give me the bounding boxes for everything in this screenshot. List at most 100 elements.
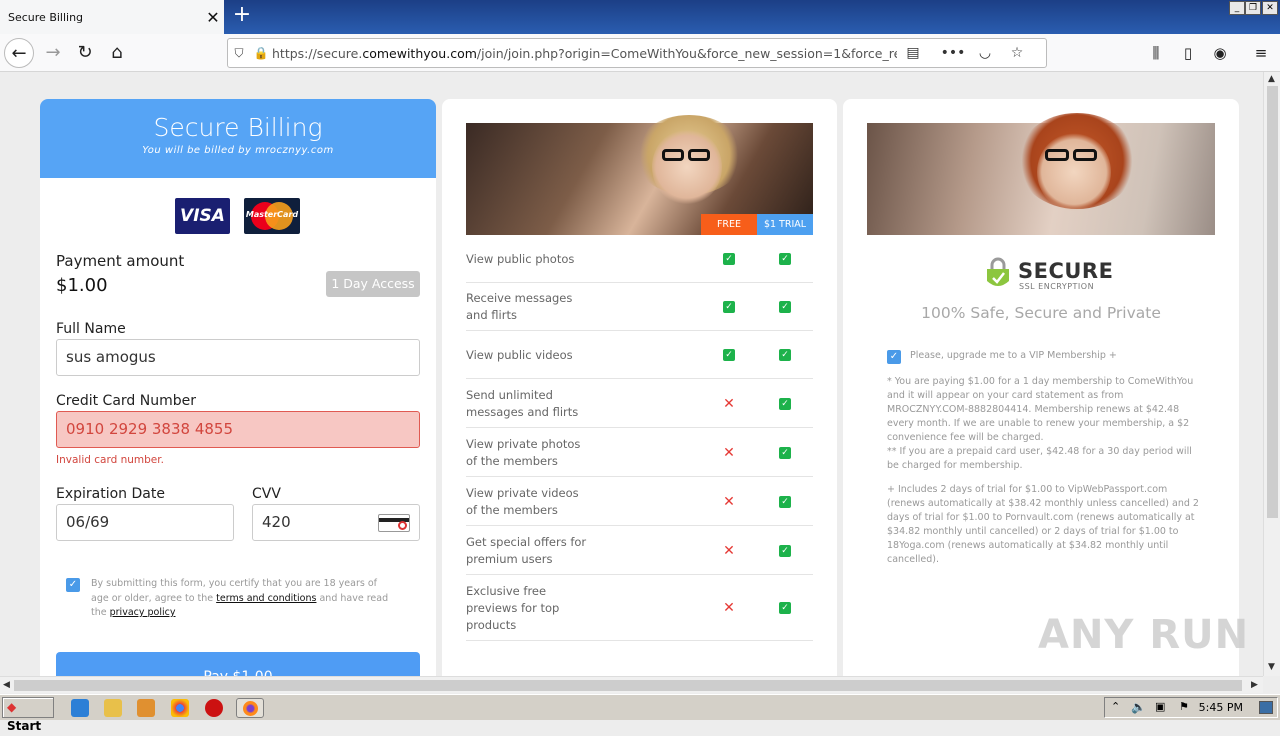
feature-line: Receive messages bbox=[466, 291, 573, 305]
tab-secure-billing[interactable]: Secure Billing ✕ bbox=[0, 0, 224, 34]
windows-logo-icon: ◆ bbox=[7, 700, 17, 714]
credit-card-field[interactable]: 0910 2929 3838 4855 bbox=[56, 411, 420, 448]
feature-row: View private photos of the members ✕ ✓ bbox=[466, 428, 813, 477]
feature-line: products bbox=[466, 617, 517, 632]
scroll-right-icon[interactable]: ▶ bbox=[1251, 680, 1258, 690]
age-terms-checkbox[interactable]: ✓ bbox=[66, 578, 80, 592]
file-explorer-icon[interactable] bbox=[104, 699, 122, 717]
check-icon: ✓ bbox=[779, 349, 791, 361]
vertical-scroll-thumb[interactable] bbox=[1267, 86, 1278, 518]
account-icon[interactable]: ◉ bbox=[1205, 38, 1235, 68]
feature-line: Send unlimited bbox=[466, 387, 553, 402]
check-icon: ✓ bbox=[779, 253, 791, 265]
accepted-cards: VISA MasterCard bbox=[175, 198, 300, 234]
trial-badge: $1 TRIAL bbox=[757, 214, 813, 235]
cross-icon: ✕ bbox=[723, 444, 735, 461]
horizontal-scrollbar[interactable]: ◀ ▶ bbox=[0, 676, 1263, 693]
scroll-left-icon[interactable]: ◀ bbox=[3, 680, 10, 690]
scroll-up-icon[interactable]: ▲ bbox=[1268, 74, 1275, 84]
feature-text: Get special offers for premium users bbox=[466, 534, 586, 568]
internet-explorer-icon[interactable] bbox=[71, 699, 89, 717]
expiration-field[interactable]: 06/69 bbox=[56, 504, 234, 541]
window-close-icon[interactable]: ✕ bbox=[1262, 1, 1278, 15]
check-icon: ✓ bbox=[779, 397, 791, 410]
terms-link[interactable]: terms and conditions bbox=[216, 593, 316, 604]
mastercard-logo: MasterCard bbox=[244, 198, 300, 234]
card-error-message: Invalid card number. bbox=[56, 454, 164, 466]
horizontal-scroll-thumb[interactable] bbox=[14, 680, 1242, 691]
credit-card-label: Credit Card Number bbox=[56, 393, 196, 409]
pocket-icon[interactable]: ◡ bbox=[969, 45, 1001, 61]
new-tab-icon[interactable]: + bbox=[230, 4, 254, 28]
media-player-icon[interactable] bbox=[137, 699, 155, 717]
feature-line: of the members bbox=[466, 453, 558, 468]
promo-photo-redhead bbox=[867, 113, 1215, 235]
fine-print-prepaid: ** If you are a prepaid card user, $42.4… bbox=[887, 446, 1192, 471]
menu-icon[interactable]: ≡ bbox=[1246, 38, 1276, 68]
system-tray: ⌃ 🔈 ▣ ⚑ 5:45 PM bbox=[1104, 697, 1278, 718]
page-actions-icon[interactable]: ••• bbox=[937, 45, 969, 61]
sidebar-icon[interactable]: ▯ bbox=[1173, 38, 1203, 68]
network-icon[interactable]: ▣ bbox=[1155, 700, 1165, 713]
forward-icon[interactable]: → bbox=[38, 38, 68, 68]
minimize-icon[interactable]: _ bbox=[1229, 1, 1245, 15]
feature-text: View private videos of the members bbox=[466, 485, 579, 519]
opera-icon[interactable] bbox=[205, 699, 223, 717]
back-icon[interactable]: ← bbox=[4, 38, 34, 68]
library-icon[interactable]: ⫼ bbox=[1141, 38, 1171, 68]
reader-view-icon[interactable]: ▤ bbox=[897, 45, 929, 61]
billing-subtitle: You will be billed by mrocznyy.com bbox=[142, 145, 334, 156]
reload-icon[interactable]: ↻ bbox=[70, 38, 100, 68]
check-icon: ✓ bbox=[723, 253, 735, 265]
start-button[interactable]: ◆ Start bbox=[2, 697, 54, 733]
access-badge: 1 Day Access bbox=[326, 271, 420, 297]
billing-card: Secure Billing You will be billed by mro… bbox=[40, 99, 436, 676]
close-tab-icon[interactable]: ✕ bbox=[202, 8, 224, 27]
lock-icon[interactable]: 🔒 bbox=[250, 46, 272, 60]
privacy-link[interactable]: privacy policy bbox=[110, 607, 176, 618]
firefox-taskbar-button[interactable] bbox=[236, 698, 264, 718]
cross-icon: ✕ bbox=[723, 493, 735, 510]
cvv-field[interactable]: 420 bbox=[252, 504, 420, 541]
promo-photo-blonde: FREE $1 TRIAL bbox=[466, 115, 813, 235]
feature-text: Exclusive free previews for top products bbox=[466, 583, 559, 634]
feature-line: previews for top bbox=[466, 600, 560, 615]
url-bar[interactable]: ⛉ 🔒 https://secure.comewithyou.com/join/… bbox=[227, 38, 1047, 68]
pay-button[interactable]: Pay $1.00 bbox=[56, 652, 420, 676]
clock: 5:45 PM bbox=[1198, 701, 1243, 714]
cvv-label: CVV bbox=[252, 486, 281, 502]
tray-expand-icon[interactable]: ⌃ bbox=[1111, 700, 1120, 713]
shield-icon[interactable]: ⛉ bbox=[228, 46, 250, 61]
navigation-bar: ← → ↻ ⌂ ⛉ 🔒 https://secure.comewithyou.c… bbox=[0, 34, 1280, 72]
flag-icon[interactable]: ⚑ bbox=[1179, 700, 1189, 713]
firefox-icon bbox=[243, 701, 258, 716]
feature-line: messages and flirts bbox=[466, 404, 579, 419]
mastercard-text: MasterCard bbox=[245, 210, 299, 219]
feature-line: Exclusive free bbox=[466, 583, 547, 598]
start-label: Start bbox=[7, 719, 42, 733]
chrome-icon[interactable] bbox=[171, 699, 189, 717]
feature-line: of the members bbox=[466, 502, 558, 517]
feature-row: Exclusive free previews for top products ✕ ✓ bbox=[466, 575, 813, 641]
vip-upgrade-checkbox[interactable]: ✓ bbox=[887, 350, 901, 364]
check-icon: ✓ bbox=[723, 349, 735, 361]
cvv-value: 420 bbox=[262, 513, 291, 531]
show-desktop-icon[interactable] bbox=[1259, 701, 1273, 714]
url-text[interactable]: https://secure.comewithyou.com/join/join… bbox=[272, 46, 897, 61]
page-viewport: Secure Billing You will be billed by mro… bbox=[0, 72, 1263, 676]
payment-amount-label: Payment amount bbox=[56, 252, 185, 270]
check-icon: ✓ bbox=[723, 301, 735, 313]
restore-icon[interactable]: ❐ bbox=[1245, 1, 1261, 15]
expiration-label: Expiration Date bbox=[56, 486, 165, 502]
check-icon: ✓ bbox=[779, 301, 791, 313]
url-prefix: https://secure. bbox=[272, 45, 363, 61]
vertical-scrollbar[interactable]: ▲ ▼ bbox=[1263, 72, 1280, 676]
home-icon[interactable]: ⌂ bbox=[102, 38, 132, 68]
feature-line: View private videos bbox=[466, 485, 579, 500]
check-icon: ✓ bbox=[779, 544, 791, 557]
bookmark-star-icon[interactable]: ☆ bbox=[1001, 45, 1033, 61]
feature-text: View public photos bbox=[466, 251, 574, 268]
volume-icon[interactable]: 🔈 bbox=[1131, 700, 1146, 714]
scroll-down-icon[interactable]: ▼ bbox=[1268, 662, 1275, 672]
full-name-field[interactable]: sus amogus bbox=[56, 339, 420, 376]
